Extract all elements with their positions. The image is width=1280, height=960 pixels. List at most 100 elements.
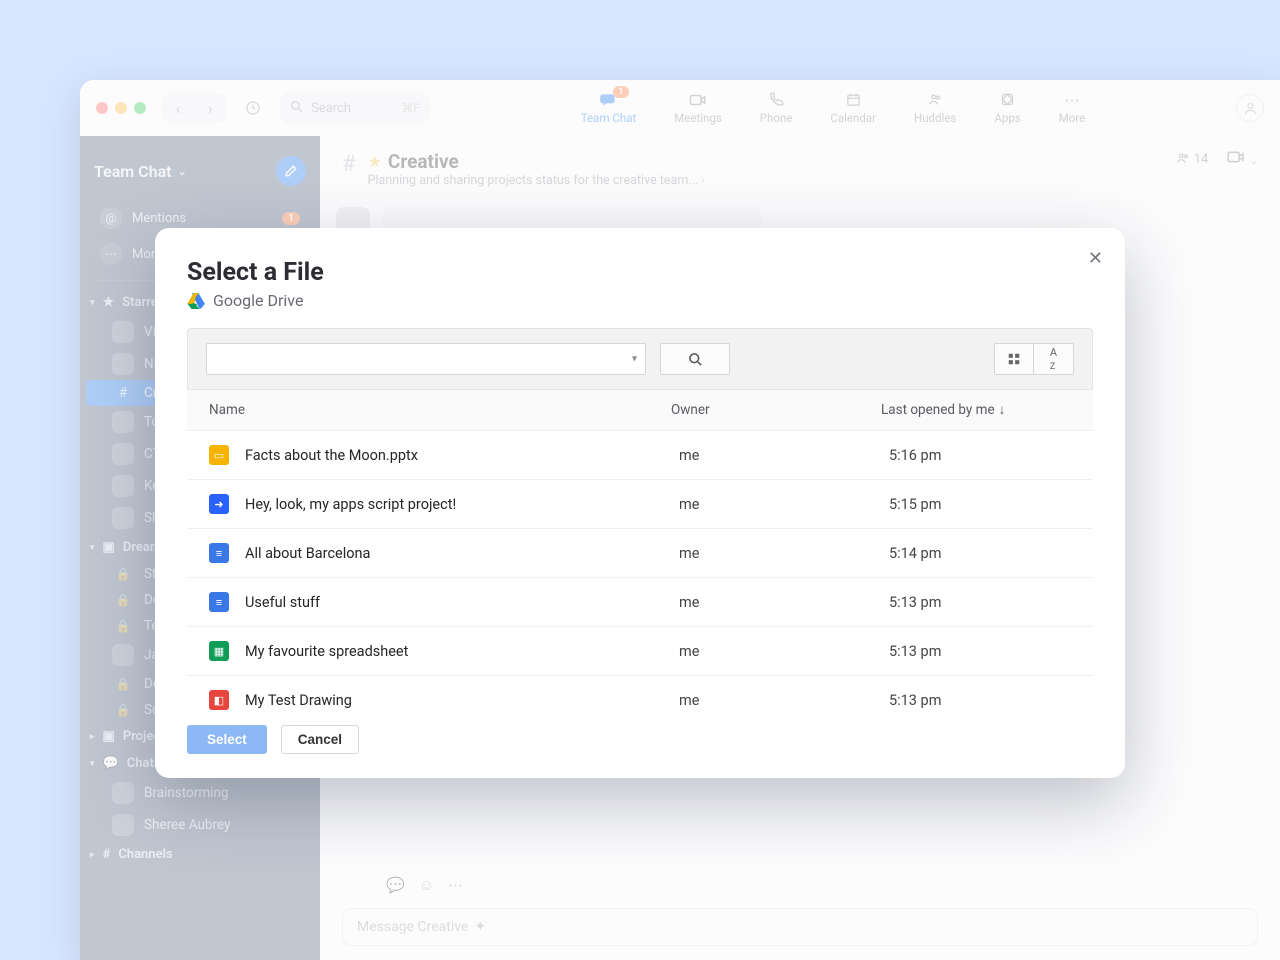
- mentions-badge: 1: [282, 212, 300, 225]
- nav-back-button[interactable]: ‹: [162, 99, 194, 118]
- sort-arrow-icon: ↓: [999, 402, 1006, 418]
- picker-toolbar: ▾ AZ: [187, 328, 1093, 390]
- star-icon[interactable]: ★: [368, 152, 382, 171]
- docs-icon: ≡: [209, 543, 229, 563]
- file-row[interactable]: ◧ My Test Drawing me 5:13 pm: [187, 676, 1093, 711]
- lock-icon: 🔒: [112, 567, 134, 581]
- drawing-icon: ◧: [209, 690, 229, 710]
- folder-icon: ▣: [103, 729, 115, 744]
- folder-icon: ▣: [103, 540, 115, 555]
- chat-subtitle: Planning and sharing projects status for…: [368, 173, 706, 188]
- hash-icon: #: [103, 847, 111, 862]
- sidebar-title: Team Chat: [94, 162, 172, 181]
- chat-title: Creative: [388, 150, 459, 173]
- calendar-icon: [843, 92, 863, 108]
- slides-icon: ▭: [209, 445, 229, 465]
- column-owner[interactable]: Owner: [671, 402, 881, 418]
- apps-script-icon: ➜: [209, 494, 229, 514]
- triangle-down-icon: ▾: [90, 298, 95, 308]
- column-name[interactable]: Name: [209, 402, 671, 418]
- dropdown-icon[interactable]: ▾: [632, 354, 637, 365]
- column-last-opened[interactable]: Last opened by me ↓: [881, 402, 1071, 418]
- triangle-down-icon: ▾: [90, 759, 95, 769]
- modal-close-button[interactable]: ✕: [1088, 248, 1103, 269]
- sidebar-item-brainstorming[interactable]: Brainstorming: [86, 777, 314, 809]
- reply-icon[interactable]: 💬: [386, 876, 405, 894]
- ellipsis-icon: ⋯: [100, 243, 122, 265]
- video-call-button[interactable]: ⌄: [1226, 150, 1258, 168]
- sidebar-header: Team Chat ⌄: [80, 146, 320, 200]
- history-button[interactable]: [236, 93, 270, 123]
- picker-footer: Select Cancel: [187, 711, 1093, 754]
- section-channels[interactable]: ▸ # Channels: [80, 841, 320, 868]
- team-chat-icon: 1: [599, 92, 619, 108]
- lock-icon: 🔒: [112, 619, 134, 633]
- tab-meetings[interactable]: Meetings: [668, 92, 728, 125]
- cancel-button[interactable]: Cancel: [281, 725, 359, 754]
- window-minimize-icon[interactable]: [115, 102, 127, 114]
- topbar: ‹ › Search ⌘F 1 Team Chat Meetings: [80, 80, 1280, 136]
- members-button[interactable]: 14: [1175, 151, 1209, 167]
- huddles-icon: [925, 92, 945, 108]
- phone-icon: [766, 92, 786, 108]
- modal-source: Google Drive: [187, 291, 1093, 310]
- file-row[interactable]: ▦ My favourite spreadsheet me 5:13 pm: [187, 627, 1093, 676]
- lock-icon: 🔒: [112, 593, 134, 607]
- nav-history: ‹ ›: [162, 93, 226, 123]
- tab-apps[interactable]: Apps: [988, 92, 1026, 125]
- docs-icon: ≡: [209, 592, 229, 612]
- search-icon: [290, 100, 303, 117]
- picker-columns: Name Owner Last opened by me ↓: [187, 390, 1093, 431]
- sort-button[interactable]: AZ: [1034, 343, 1074, 375]
- apps-icon: [998, 92, 1018, 108]
- meetings-icon: [688, 92, 708, 108]
- tab-more[interactable]: ⋯ More: [1053, 92, 1092, 125]
- nav-forward-button[interactable]: ›: [194, 99, 226, 118]
- sidebar-item-sheree[interactable]: Sheree Aubrey: [86, 809, 314, 841]
- search-shortcut: ⌘F: [401, 101, 420, 115]
- tab-team-chat[interactable]: 1 Team Chat: [575, 92, 642, 125]
- picker-search-button[interactable]: [660, 343, 730, 375]
- grid-view-button[interactable]: [994, 343, 1034, 375]
- file-list[interactable]: ▭ Facts about the Moon.pptx me 5:16 pm ➜…: [187, 431, 1093, 711]
- chat-header: # ★ Creative Planning and sharing projec…: [320, 136, 1280, 203]
- at-icon: @: [100, 207, 122, 229]
- triangle-right-icon: ▸: [90, 732, 95, 742]
- file-row[interactable]: ≡ Useful stuff me 5:13 pm: [187, 578, 1093, 627]
- tab-phone[interactable]: Phone: [754, 92, 799, 125]
- window-close-icon[interactable]: [96, 102, 108, 114]
- window-controls: [96, 102, 146, 114]
- chat-icon: 💬: [103, 756, 119, 771]
- file-row[interactable]: ▭ Facts about the Moon.pptx me 5:16 pm: [187, 431, 1093, 480]
- hash-icon: #: [112, 385, 134, 401]
- file-picker-modal: ✕ Select a File Google Drive ▾ AZ: [155, 228, 1125, 778]
- lock-icon: 🔒: [112, 677, 134, 691]
- compose-button[interactable]: [276, 156, 306, 186]
- select-button[interactable]: Select: [187, 725, 267, 754]
- top-tabs: 1 Team Chat Meetings Phone Calendar Hudd…: [575, 92, 1091, 125]
- hash-icon: #: [342, 152, 356, 177]
- tab-calendar[interactable]: Calendar: [824, 92, 882, 125]
- google-drive-icon: [187, 293, 205, 309]
- triangle-down-icon: ▾: [90, 543, 95, 553]
- more-icon: ⋯: [1062, 92, 1082, 108]
- search-placeholder: Search: [311, 101, 351, 116]
- picker-search-input[interactable]: ▾: [206, 343, 646, 375]
- sparkle-icon: ✦: [474, 919, 486, 935]
- chevron-down-icon[interactable]: ⌄: [178, 165, 187, 178]
- react-icon[interactable]: ☺: [419, 876, 434, 894]
- tab-huddles[interactable]: Huddles: [908, 92, 962, 125]
- sheets-icon: ▦: [209, 641, 229, 661]
- window-zoom-icon[interactable]: [134, 102, 146, 114]
- lock-icon: 🔒: [112, 703, 134, 717]
- star-icon: ★: [103, 295, 115, 310]
- file-row[interactable]: ≡ All about Barcelona me 5:14 pm: [187, 529, 1093, 578]
- triangle-right-icon: ▸: [90, 850, 95, 860]
- message-composer[interactable]: Message Creative ✦: [342, 908, 1258, 946]
- profile-button[interactable]: [1236, 94, 1264, 122]
- modal-title: Select a File: [187, 258, 1093, 287]
- message-more-icon[interactable]: ⋯: [448, 876, 463, 894]
- notification-badge: 1: [613, 86, 628, 98]
- global-search[interactable]: Search ⌘F: [280, 93, 430, 123]
- file-row[interactable]: ➜ Hey, look, my apps script project! me …: [187, 480, 1093, 529]
